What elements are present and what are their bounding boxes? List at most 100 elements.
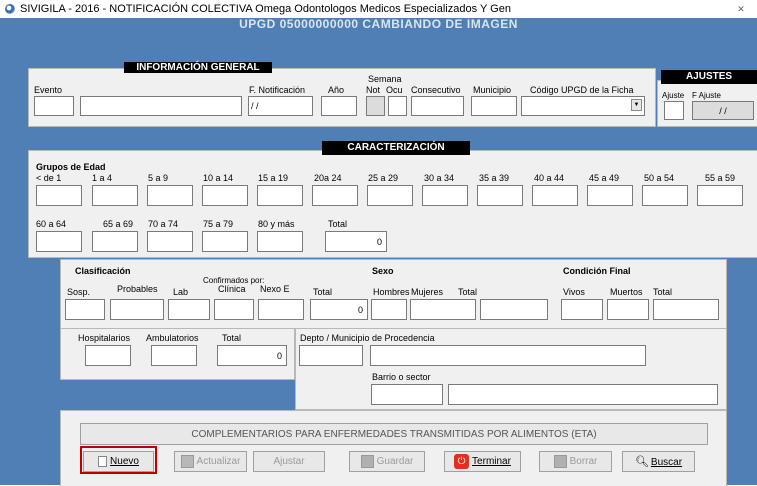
clinica-label: Clínica bbox=[218, 284, 246, 294]
evento-name-input[interactable] bbox=[80, 96, 242, 116]
municipio-input[interactable] bbox=[471, 96, 517, 116]
atencion-total-input[interactable] bbox=[217, 345, 287, 366]
lab-label: Lab bbox=[173, 287, 189, 297]
age-input-65-69[interactable] bbox=[92, 231, 138, 252]
title-bar: SIVIGILA - 2016 - NOTIFICACIÓN COLECTIVA… bbox=[0, 0, 757, 18]
atencion-total-label: Total bbox=[222, 333, 242, 343]
evento-code-input[interactable] bbox=[34, 96, 74, 116]
mujeres-input[interactable] bbox=[410, 299, 476, 320]
toolbar-panel bbox=[60, 410, 727, 486]
semana-ocu-input[interactable] bbox=[388, 96, 407, 116]
save-icon bbox=[360, 454, 374, 468]
barrio-code-input[interactable] bbox=[371, 384, 443, 405]
depto-code-input[interactable] bbox=[299, 345, 363, 366]
semana-not-input[interactable] bbox=[366, 96, 385, 116]
actualizar-button[interactable]: Actualizar bbox=[174, 451, 247, 472]
sosp-label: Sosp. bbox=[67, 287, 91, 297]
sexo-total-input[interactable] bbox=[480, 299, 548, 320]
hombres-input[interactable] bbox=[371, 299, 407, 320]
chevron-down-icon[interactable]: ▼ bbox=[631, 99, 642, 111]
age-input-35-39[interactable] bbox=[477, 185, 523, 206]
sosp-input[interactable] bbox=[65, 299, 105, 320]
nexo-label: Nexo E bbox=[260, 284, 290, 294]
codigo-select[interactable]: ▼ bbox=[521, 96, 645, 116]
grupos-label: Grupos de Edad bbox=[36, 162, 106, 172]
age-input-40-44[interactable] bbox=[532, 185, 578, 206]
age-input-30-34[interactable] bbox=[422, 185, 468, 206]
probables-label: Probables bbox=[117, 284, 158, 294]
age-input-1-4[interactable] bbox=[92, 185, 138, 206]
general-header: INFORMACIÓN GENERAL bbox=[124, 62, 272, 73]
municipio-procedencia-input[interactable] bbox=[370, 345, 646, 366]
guardar-button[interactable]: Guardar bbox=[349, 451, 425, 472]
probables-input[interactable] bbox=[110, 299, 164, 320]
clasificacion-total-input[interactable] bbox=[310, 299, 368, 320]
delete-icon bbox=[553, 454, 567, 468]
clasificacion-total-label: Total bbox=[313, 287, 333, 297]
muertos-label: Muertos bbox=[610, 287, 643, 297]
age-input-45-49[interactable] bbox=[587, 185, 633, 206]
terminar-button[interactable]: ⏻ Terminar bbox=[444, 451, 521, 472]
ajustes-header: AJUSTES bbox=[661, 70, 757, 84]
ajustar-button[interactable]: Ajustar bbox=[253, 451, 325, 472]
age-label-10-14: 10 a 14 bbox=[203, 173, 234, 183]
semana-label: Semana bbox=[368, 74, 402, 84]
age-input-5-9[interactable] bbox=[147, 185, 193, 206]
age-input-50-54[interactable] bbox=[642, 185, 688, 206]
update-icon bbox=[180, 454, 194, 468]
consecutivo-input[interactable] bbox=[411, 96, 464, 116]
age-input-60-64[interactable] bbox=[36, 231, 82, 252]
age-label-15-19: 15 a 19 bbox=[258, 173, 289, 183]
borrar-button[interactable]: Borrar bbox=[539, 451, 612, 472]
condicion-header: Condición Final bbox=[563, 266, 631, 276]
age-input-80-plus[interactable] bbox=[257, 231, 303, 252]
close-icon[interactable]: ✕ bbox=[733, 3, 749, 15]
ambulatorios-input[interactable] bbox=[151, 345, 197, 366]
ajuste-input[interactable] bbox=[664, 101, 684, 120]
caracterizacion-total-input[interactable] bbox=[325, 231, 387, 252]
ajuste-label: Ajuste bbox=[662, 91, 685, 100]
age-label-65-69: 65 a 69 bbox=[103, 219, 134, 229]
hospitalarios-input[interactable] bbox=[85, 345, 131, 366]
age-label-75-79: 75 a 79 bbox=[203, 219, 234, 229]
age-label-60-64: 60 a 64 bbox=[36, 219, 67, 229]
fajuste-input[interactable] bbox=[692, 101, 754, 120]
age-label-70-74: 70 a 74 bbox=[148, 219, 179, 229]
ocu-label: Ocu bbox=[386, 85, 403, 95]
nuevo-button[interactable]: Nuevo bbox=[83, 451, 154, 472]
fnotif-input[interactable] bbox=[248, 96, 313, 116]
condicion-total-input[interactable] bbox=[653, 299, 719, 320]
age-label-30-34: 30 a 34 bbox=[424, 173, 455, 183]
anio-label: Año bbox=[328, 85, 345, 95]
anio-input[interactable] bbox=[321, 96, 357, 116]
age-input-70-74[interactable] bbox=[147, 231, 193, 252]
vivos-label: Vivos bbox=[563, 287, 585, 297]
age-input-20-24[interactable] bbox=[312, 185, 358, 206]
hospitalarios-label: Hospitalarios bbox=[78, 333, 131, 343]
buscar-button[interactable]: 🔍︎ Buscar bbox=[622, 451, 695, 472]
muertos-input[interactable] bbox=[607, 299, 649, 320]
age-label-45-49: 45 a 49 bbox=[589, 173, 620, 183]
not-label: Not bbox=[366, 85, 381, 95]
power-icon: ⏻ bbox=[454, 453, 470, 469]
age-input-75-79[interactable] bbox=[202, 231, 248, 252]
age-input-55-59[interactable] bbox=[697, 185, 743, 206]
lab-input[interactable] bbox=[168, 299, 210, 320]
codigo-label: Código UPGD de la Ficha bbox=[530, 85, 634, 95]
age-input-10-14[interactable] bbox=[202, 185, 248, 206]
clinica-input[interactable] bbox=[214, 299, 254, 320]
age-label-lt1: < de 1 bbox=[36, 173, 62, 183]
sexo-total-label: Total bbox=[458, 287, 478, 297]
age-input-lt1[interactable] bbox=[36, 185, 82, 206]
app-icon bbox=[5, 4, 15, 14]
age-label-20-24: 20a 24 bbox=[314, 173, 342, 183]
evento-label: Evento bbox=[34, 85, 63, 95]
vivos-input[interactable] bbox=[561, 299, 603, 320]
new-document-icon bbox=[98, 455, 108, 467]
barrio-name-input[interactable] bbox=[448, 384, 718, 405]
age-input-25-29[interactable] bbox=[367, 185, 413, 206]
nexo-input[interactable] bbox=[258, 299, 304, 320]
eta-button[interactable]: COMPLEMENTARIOS PARA ENFERMEDADES TRANSM… bbox=[80, 423, 708, 445]
clasificacion-header: Clasificación bbox=[75, 266, 131, 276]
age-input-15-19[interactable] bbox=[257, 185, 303, 206]
